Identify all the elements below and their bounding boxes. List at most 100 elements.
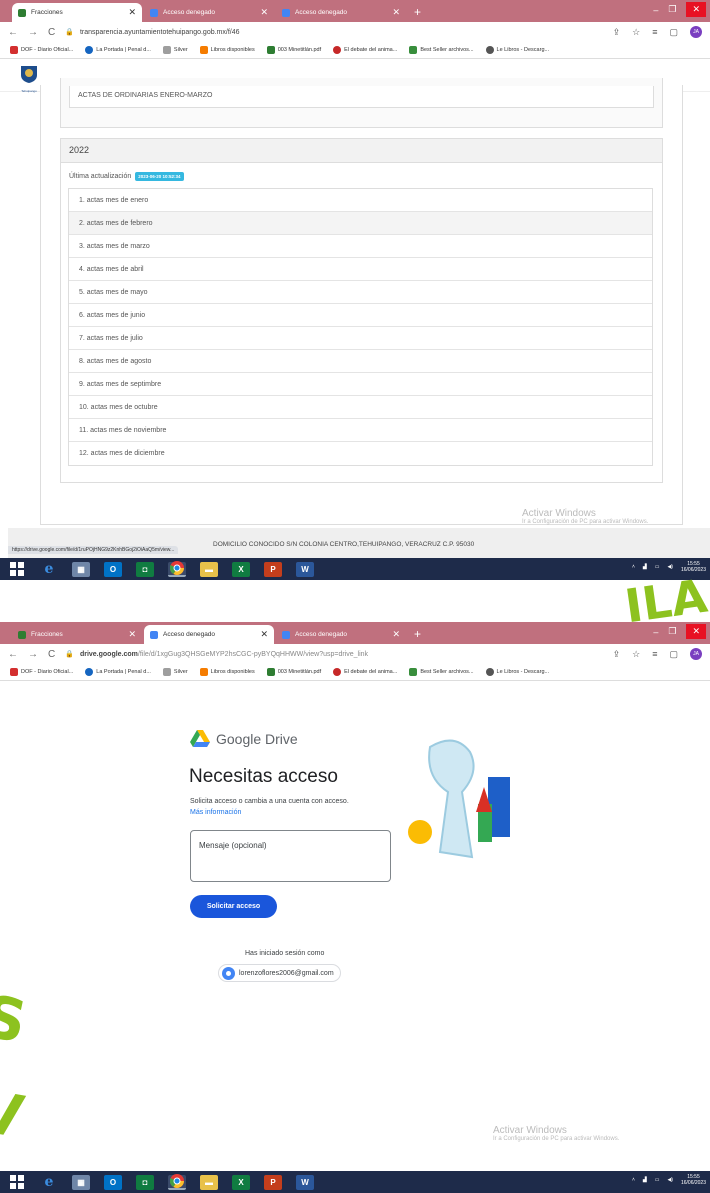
message-textarea[interactable]: Mensaje (opcional) [190,830,391,882]
share-icon[interactable]: ⇪ [613,27,621,38]
share-icon[interactable]: ⇪ [613,649,621,660]
tab-acceso-denegado-2[interactable]: Acceso denegado ✕ [276,3,406,22]
back-arrow-icon[interactable]: ← [8,649,18,660]
list-item[interactable]: 9. actas mes de septimbre [69,373,652,396]
tab-acceso-denegado[interactable]: Acceso denegado ✕ [144,3,274,22]
list-item[interactable]: 12. actas mes de diciembre [69,442,652,465]
reload-icon[interactable]: C [48,27,55,38]
municipal-logo[interactable]: Tehuipango [18,64,40,93]
close-tab-icon[interactable]: ✕ [260,7,268,18]
forward-arrow-icon[interactable]: → [28,27,38,38]
volume-icon[interactable]: ◀) [667,564,673,570]
bookmark-item[interactable]: La Portada | Penal d... [85,668,151,676]
volume-icon[interactable]: ◀) [667,1177,673,1183]
bookmark-item[interactable]: Le Libros - Descarg... [485,46,549,54]
bookmark-item[interactable]: El debate del anima... [333,668,397,676]
monitor-icon[interactable]: ▭ [655,564,660,570]
chrome-icon[interactable] [168,561,186,577]
bookmark-star-icon[interactable]: ☆ [632,27,640,38]
outlook-icon[interactable]: O [104,561,122,577]
tray-arrow-icon[interactable]: ˄ [632,564,635,570]
list-item[interactable]: 11. actas mes de noviembre [69,419,652,442]
excel-icon[interactable]: X [232,561,250,577]
minimize-button[interactable]: – [653,5,658,15]
list-item[interactable]: 2. actas mes de febrero [69,212,652,235]
calculator-icon[interactable]: ▦ [72,561,90,577]
word-icon[interactable]: W [296,561,314,577]
profile-avatar[interactable]: JA [690,26,702,38]
excel-icon[interactable]: X [232,1174,250,1190]
maximize-button[interactable]: ❐ [668,4,676,15]
bookmark-item[interactable]: Libros disponibles [199,46,255,54]
bookmark-item[interactable]: DOF - Diario Oficial... [10,668,73,676]
bookmark-item[interactable]: 003 Minetitlán.pdf [266,668,321,676]
request-access-button[interactable]: Solicitar acceso [190,895,277,918]
bookmark-star-icon[interactable]: ☆ [632,649,640,660]
list-item[interactable]: 7. actas mes de julio [69,327,652,350]
close-tab-icon[interactable]: ✕ [128,629,136,640]
monitor-icon[interactable]: ▭ [655,1177,660,1183]
clock[interactable]: 15:55 16/06/2023 [681,1174,706,1186]
new-tab-button[interactable]: + [408,5,427,22]
list-item[interactable]: 3. actas mes de marzo [69,235,652,258]
account-chip[interactable]: lorenzoflores2006@gmail.com [218,964,341,982]
reading-list-icon[interactable]: ≡ [652,27,657,37]
list-item[interactable]: 1. actas mes de enero [69,189,652,212]
url-field[interactable]: 🔒 transparencia.ayuntamientotehuipango.g… [65,28,602,37]
forward-arrow-icon[interactable]: → [28,649,38,660]
powerpoint-icon[interactable]: P [264,1174,282,1190]
file-explorer-icon[interactable]: ▬ [200,561,218,577]
start-button[interactable] [8,1175,26,1190]
bookmark-item[interactable]: Best Seller archivos... [409,668,474,676]
reading-list-icon[interactable]: ≡ [652,649,657,659]
powerpoint-icon[interactable]: P [264,561,282,577]
calculator-icon[interactable]: ▦ [72,1174,90,1190]
url-field[interactable]: 🔒 drive.google.com/file/d/1xgGug3QHSGeMY… [65,650,602,659]
list-item[interactable]: 10. actas mes de octubre [69,396,652,419]
tab-acceso-denegado-2[interactable]: Acceso denegado ✕ [276,625,406,644]
tab-fracciones[interactable]: Fracciones ✕ [12,3,142,22]
profile-avatar[interactable]: JA [690,648,702,660]
bookmark-item[interactable]: 003 Minetitlán.pdf [266,46,321,54]
start-button[interactable] [8,562,26,577]
tab-fracciones[interactable]: Fracciones ✕ [12,625,142,644]
bookmark-item[interactable]: DOF - Diario Oficial... [10,46,73,54]
network-icon[interactable]: ▟ [643,1177,647,1183]
back-arrow-icon[interactable]: ← [8,27,18,38]
list-item[interactable]: 5. actas mes de mayo [69,281,652,304]
outlook-icon[interactable]: O [104,1174,122,1190]
bookmark-item[interactable]: El debate del anima... [333,46,397,54]
list-item[interactable]: ACTAS DE ORDINARIAS ENERO-MARZO [69,86,654,108]
bookmark-item[interactable]: Best Seller archivos... [409,46,474,54]
tray-arrow-icon[interactable]: ˄ [632,1177,635,1183]
store-icon[interactable]: ◘ [136,1174,154,1190]
file-explorer-icon[interactable]: ▬ [200,1174,218,1190]
bookmark-item[interactable]: La Portada | Penal d... [85,46,151,54]
close-tab-icon[interactable]: ✕ [128,7,136,18]
sidepanel-icon[interactable]: ▢ [669,27,678,38]
more-info-link[interactable]: Más información [190,809,241,816]
word-icon[interactable]: W [296,1174,314,1190]
new-tab-button[interactable]: + [408,627,427,644]
sidepanel-icon[interactable]: ▢ [669,649,678,660]
list-item[interactable]: 4. actas mes de abril [69,258,652,281]
bookmark-item[interactable]: Silver [162,668,188,676]
tab-acceso-denegado[interactable]: Acceso denegado ✕ [144,625,274,644]
close-window-button[interactable]: ✕ [686,2,706,17]
close-window-button[interactable]: ✕ [686,624,706,639]
network-icon[interactable]: ▟ [643,564,647,570]
store-icon[interactable]: ◘ [136,561,154,577]
close-tab-icon[interactable]: ✕ [392,629,400,640]
chrome-icon[interactable] [168,1174,186,1190]
list-item[interactable]: 8. actas mes de agosto [69,350,652,373]
reload-icon[interactable]: C [48,649,55,660]
close-tab-icon[interactable]: ✕ [260,629,268,640]
bookmark-item[interactable]: Libros disponibles [199,668,255,676]
close-tab-icon[interactable]: ✕ [392,7,400,18]
ie-icon[interactable]: e [40,1174,58,1190]
bookmark-item[interactable]: Silver [162,46,188,54]
list-item[interactable]: 6. actas mes de junio [69,304,652,327]
ie-icon[interactable]: e [40,561,58,577]
bookmark-item[interactable]: Le Libros - Descarg... [485,668,549,676]
section-heading[interactable]: 2022 [61,139,662,163]
